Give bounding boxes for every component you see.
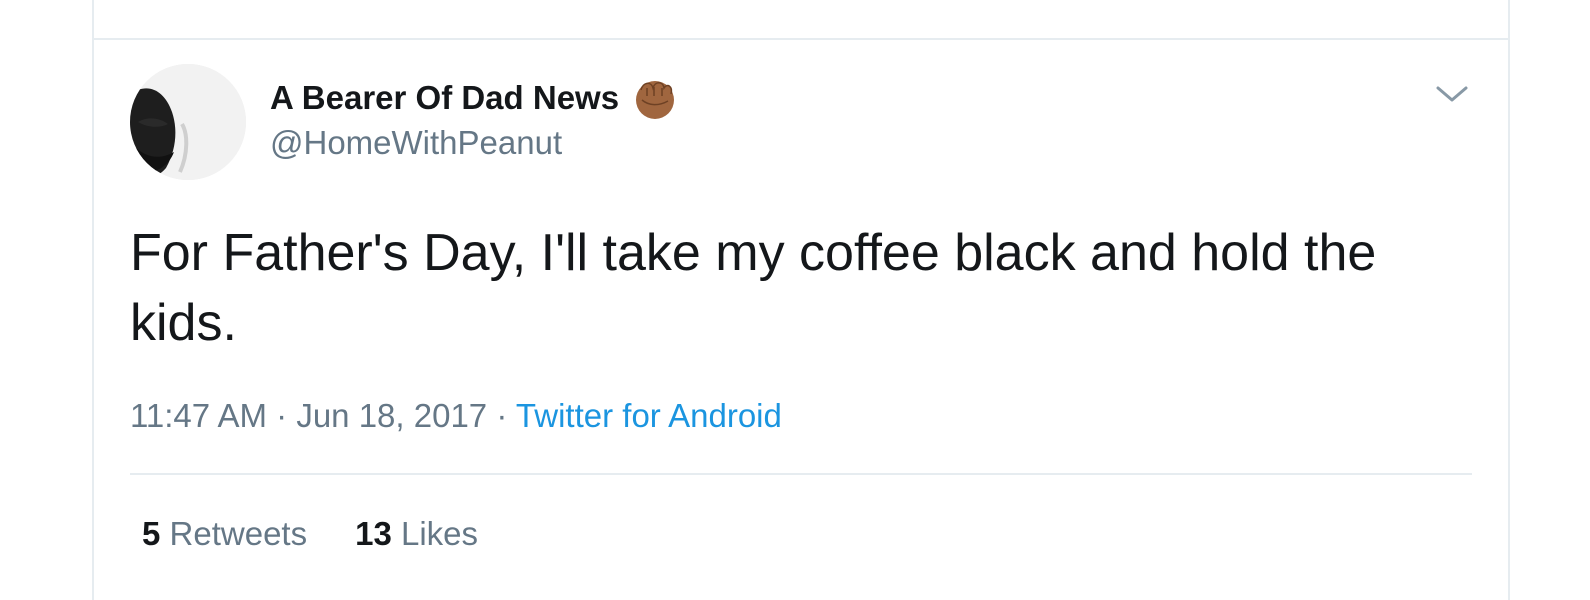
raised-fist-icon [633,76,677,120]
tweet-meta: 11:47 AM · Jun 18, 2017 · Twitter for An… [130,394,782,438]
likes-count: 13 [355,515,392,552]
retweets-stat[interactable]: 5 Retweets [142,512,307,556]
avatar[interactable] [130,64,246,180]
likes-stat[interactable]: 13 Likes [355,512,478,556]
likes-label: Likes [400,515,479,552]
top-divider [94,38,1508,40]
meta-separator: · [276,397,288,434]
tweet-source-link[interactable]: Twitter for Android [516,397,782,434]
tweet-date[interactable]: Jun 18, 2017 [296,397,487,434]
tweet-stats: 5 Retweets 13 Likes [142,512,478,556]
retweets-label: Retweets [169,515,308,552]
tweet-time[interactable]: 11:47 AM [130,397,267,434]
meta-separator: · [496,397,508,434]
meta-divider [130,473,1472,475]
avatar-image [130,64,246,180]
tweet-text: For Father's Day, I'll take my coffee bl… [130,224,1377,352]
retweets-count: 5 [142,515,161,552]
display-name[interactable]: A Bearer Of Dad News [270,74,619,122]
tweet-card: A Bearer Of Dad News @HomeWithPeanut For… [92,0,1510,600]
author-name-row[interactable]: A Bearer Of Dad News [270,74,677,122]
author-handle[interactable]: @HomeWithPeanut [270,121,562,165]
chevron-down-icon[interactable] [1434,82,1470,106]
